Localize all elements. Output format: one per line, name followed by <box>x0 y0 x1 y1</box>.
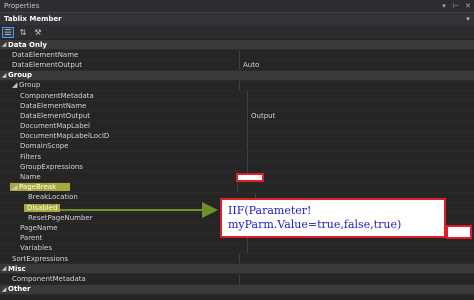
object-name: Tablix Member <box>4 15 62 23</box>
collapse-icon[interactable]: ◢ <box>12 81 19 89</box>
category-data-only[interactable]: ◢ Data Only <box>0 40 474 51</box>
category-other[interactable]: ◢ Other <box>0 284 474 295</box>
property-row[interactable]: ComponentMetadata <box>0 274 474 285</box>
callout-line-2: myParm.Value=true,false,true) <box>228 218 402 231</box>
expression-callout: IIF(Parameter! myParm.Value=true,false,t… <box>220 198 446 238</box>
property-row[interactable]: DomainScope <box>0 141 474 153</box>
chevron-down-icon[interactable]: ▾ <box>462 15 474 23</box>
properties-titlebar: Properties ▾ ⊢ ✕ <box>0 0 474 12</box>
collapse-icon[interactable]: ◢ <box>0 265 8 272</box>
collapse-icon[interactable]: ◢ <box>0 41 8 48</box>
property-row[interactable]: Filters <box>0 152 474 163</box>
property-row[interactable]: Variables <box>0 243 474 254</box>
property-value[interactable]: Auto <box>239 60 474 70</box>
close-icon[interactable]: ✕ <box>462 2 474 10</box>
collapse-icon[interactable]: ◢ <box>0 72 8 79</box>
disabled-highlight: Disabled <box>24 203 61 212</box>
property-value[interactable]: Output <box>247 111 474 121</box>
property-row[interactable]: DataElementOutput Output <box>0 111 474 122</box>
window-title: Properties <box>4 2 40 10</box>
pin-icon[interactable]: ▾ <box>438 2 450 10</box>
category-group[interactable]: ◢ Group <box>0 70 474 81</box>
collapse-icon[interactable]: ◢ <box>0 286 8 293</box>
property-row[interactable]: SortExpressions <box>0 253 474 265</box>
property-row[interactable]: DataElementName <box>0 101 474 112</box>
disabled-value-marker <box>446 225 472 239</box>
property-row[interactable]: DataElementName <box>0 50 474 61</box>
collapse-icon[interactable]: ◢ <box>12 183 19 191</box>
properties-toolbar: ☰ ⇅ ⚒ <box>0 25 474 39</box>
auto-hide-icon[interactable]: ⊢ <box>450 2 462 10</box>
property-row[interactable]: GroupExpressions <box>0 162 474 173</box>
categorized-icon[interactable]: ☰ <box>2 26 14 38</box>
property-row[interactable]: DocumentMapLabelLocID <box>0 131 474 142</box>
pagebreak-highlight: ◢ PageBreak <box>10 183 71 192</box>
property-row[interactable]: ComponentMetadata <box>0 90 474 102</box>
property-grid: ◢ Data Only DataElementName DataElementO… <box>0 40 474 300</box>
callout-line-1: IIF(Parameter! <box>228 204 312 217</box>
property-row[interactable]: DataElementOutput Auto <box>0 60 474 71</box>
property-row-pagebreak[interactable]: ◢ PageBreak <box>0 182 474 193</box>
category-misc[interactable]: ◢ Misc <box>0 264 474 275</box>
property-row[interactable]: DocumentMapLabel <box>0 121 474 132</box>
wrench-icon[interactable]: ⚒ <box>32 27 44 38</box>
name-value-marker <box>236 173 264 182</box>
object-selector[interactable]: Tablix Member ▾ <box>0 12 474 25</box>
alphabetical-icon[interactable]: ⇅ <box>17 27 29 38</box>
property-row-group[interactable]: ◢ Group <box>0 80 474 91</box>
